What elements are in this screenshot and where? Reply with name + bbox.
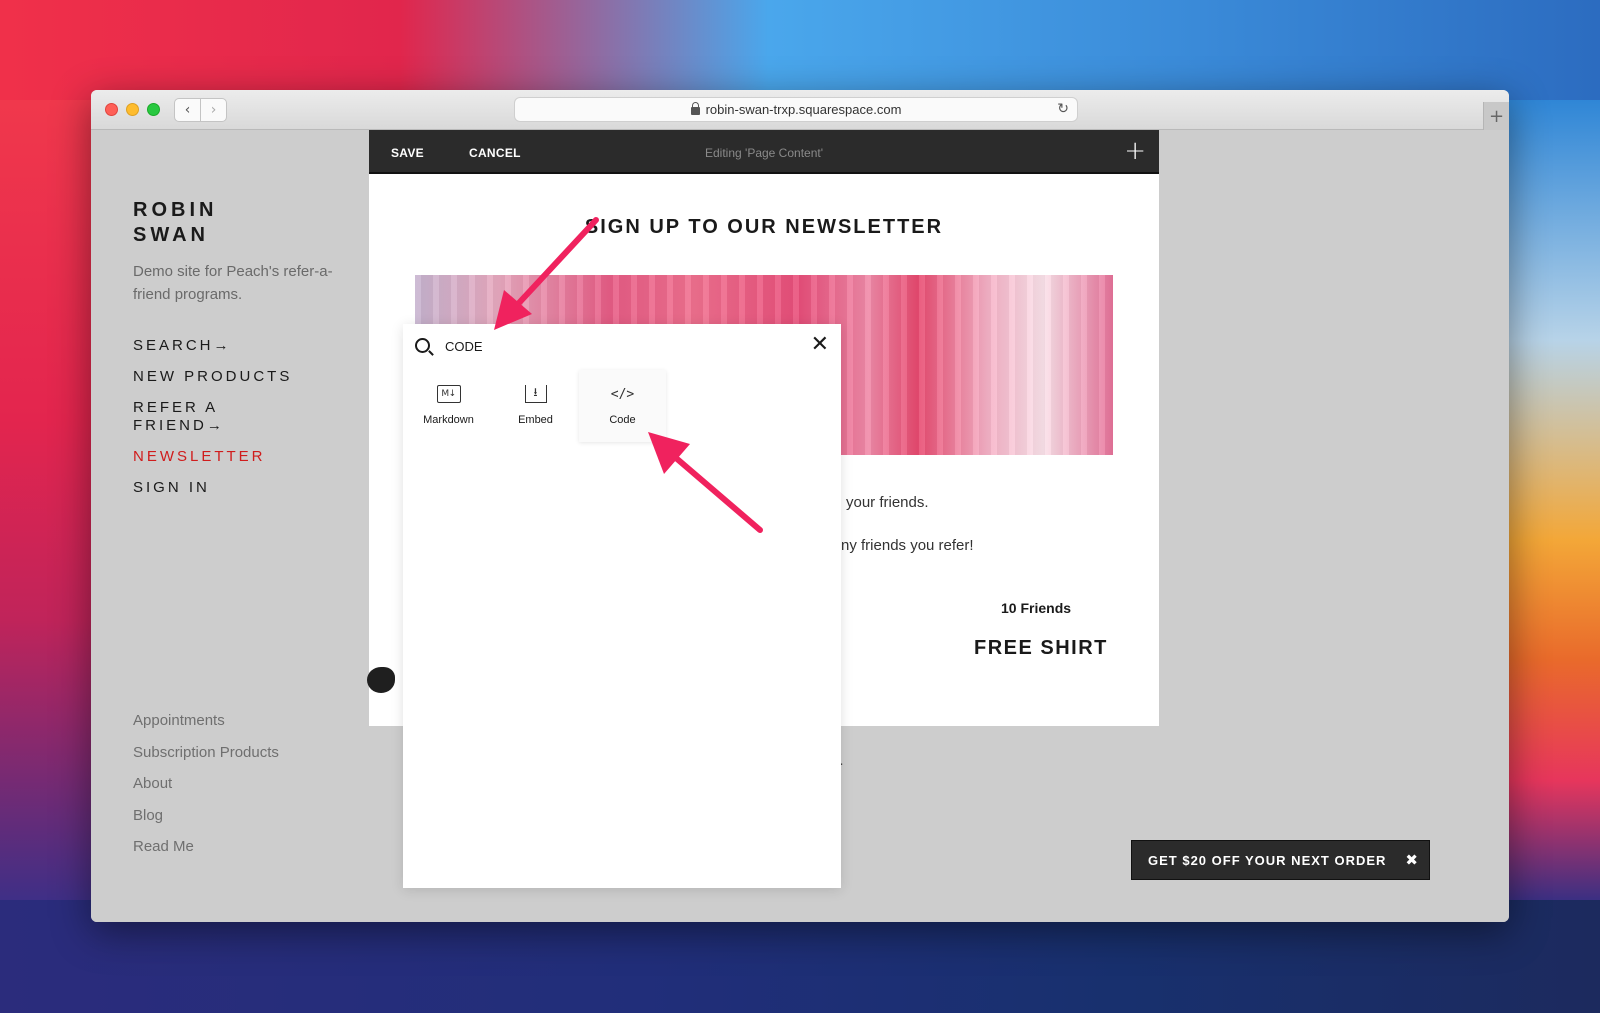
- block-picker-popover: ✕ M↓ Markdown ⭳ Embed </> Code: [403, 324, 841, 888]
- reward-title: FREE SHIRT: [974, 637, 1108, 659]
- block-option-markdown[interactable]: M↓ Markdown: [405, 370, 492, 442]
- page-heading: SIGN UP TO OUR NEWSLETTER: [584, 216, 944, 238]
- close-picker-button[interactable]: ✕: [811, 332, 829, 358]
- body-text-line-2: ny friends you refer!: [841, 537, 974, 554]
- desktop-wallpaper-right: [1505, 100, 1600, 900]
- reload-icon[interactable]: ↻: [1057, 101, 1069, 117]
- block-search-input[interactable]: [445, 334, 775, 358]
- minimize-window-button[interactable]: [126, 103, 139, 116]
- editor-toolbar: SAVE CANCEL Editing 'Page Content' +: [369, 130, 1159, 174]
- block-label: Markdown: [423, 414, 474, 426]
- nav-item-search[interactable]: SEARCH→: [133, 337, 353, 355]
- forward-button[interactable]: ›: [200, 98, 227, 122]
- footer-link-subscription-products[interactable]: Subscription Products: [133, 744, 279, 762]
- footer-link-blog[interactable]: Blog: [133, 807, 279, 825]
- new-tab-button[interactable]: +: [1483, 102, 1509, 130]
- chevron-left-icon: ‹: [184, 102, 191, 118]
- nav-item-refer-a-friend[interactable]: REFER A FRIEND→: [133, 399, 243, 435]
- address-bar-url: robin-swan-trxp.squarespace.com: [705, 102, 902, 117]
- close-icon[interactable]: ✖: [1405, 851, 1419, 869]
- nav-item-new-products[interactable]: NEW PRODUCTS: [133, 368, 353, 386]
- markdown-icon: M↓: [436, 385, 461, 403]
- close-window-button[interactable]: [105, 103, 118, 116]
- body-text-line-1: your friends.: [846, 494, 929, 511]
- page-viewport: ROBIN SWAN Demo site for Peach's refer-a…: [91, 130, 1509, 922]
- promo-banner[interactable]: GET $20 OFF YOUR NEXT ORDER ✖: [1131, 840, 1430, 880]
- back-button[interactable]: ‹: [174, 98, 201, 122]
- site-description: Demo site for Peach's refer-a-friend pro…: [133, 263, 333, 303]
- footer-link-about[interactable]: About: [133, 775, 279, 793]
- reward-tier-label: 10 Friends: [1001, 600, 1072, 616]
- editing-status: Editing 'Page Content': [705, 146, 823, 160]
- site-title[interactable]: ROBIN SWAN: [133, 198, 293, 248]
- code-icon: </>: [610, 386, 635, 402]
- block-option-embed[interactable]: ⭳ Embed: [492, 370, 579, 442]
- chevron-right-icon: ›: [210, 102, 217, 118]
- block-option-code[interactable]: </> Code: [579, 370, 666, 442]
- site-nav: SEARCH→ NEW PRODUCTS REFER A FRIEND→ NEW…: [133, 337, 353, 510]
- footer-link-appointments[interactable]: Appointments: [133, 712, 279, 730]
- nav-item-newsletter[interactable]: NEWSLETTER: [133, 448, 353, 466]
- browser-titlebar: ‹ › robin-swan-trxp.squarespace.com ↻ +: [91, 90, 1509, 130]
- block-label: Embed: [518, 414, 553, 426]
- desktop-wallpaper-left: [0, 100, 91, 900]
- promo-label: GET $20 OFF YOUR NEXT ORDER: [1148, 852, 1387, 868]
- browser-window: ‹ › robin-swan-trxp.squarespace.com ↻ + …: [91, 90, 1509, 922]
- embed-icon: ⭳: [524, 385, 547, 403]
- footer-links: Appointments Subscription Products About…: [133, 712, 279, 870]
- block-label: Code: [609, 414, 636, 426]
- close-icon: ✕: [810, 332, 829, 357]
- add-block-button[interactable]: +: [1124, 136, 1146, 166]
- plus-icon: +: [1124, 136, 1146, 166]
- plus-icon: +: [1488, 105, 1505, 127]
- address-bar[interactable]: robin-swan-trxp.squarespace.com ↻: [514, 97, 1078, 122]
- footer-link-read-me[interactable]: Read Me: [133, 838, 279, 856]
- lock-icon: [690, 101, 700, 115]
- block-drag-handle[interactable]: [367, 667, 395, 693]
- desktop-wallpaper: [0, 0, 1600, 100]
- site-sidebar: ROBIN SWAN Demo site for Peach's refer-a…: [133, 130, 373, 922]
- search-icon: [415, 338, 430, 353]
- nav-item-sign-in[interactable]: SIGN IN: [133, 479, 353, 497]
- zoom-window-button[interactable]: [147, 103, 160, 116]
